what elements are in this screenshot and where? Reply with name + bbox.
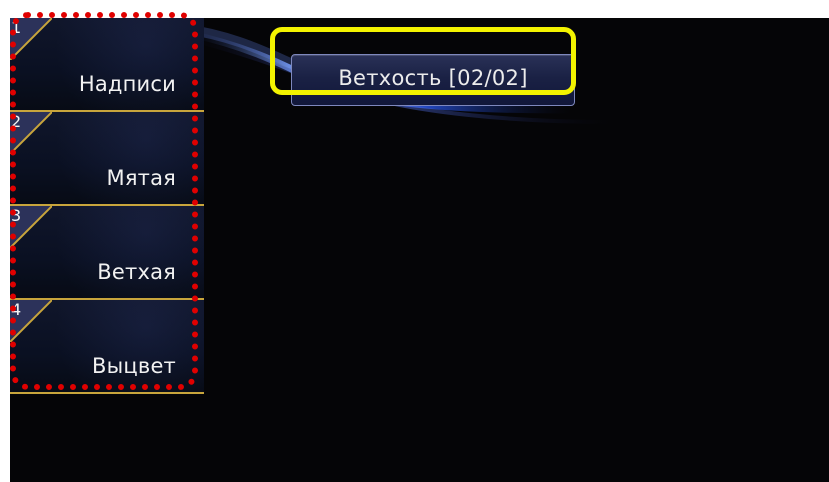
menu-item-number: 2 [11, 112, 22, 131]
menu-item-label: Надписи [78, 72, 176, 96]
menu-item-crumpled[interactable]: 2 Мятая [10, 112, 204, 206]
wear-mode-label: Ветхость [02/02] [338, 66, 528, 90]
wear-mode-button[interactable]: Ветхость [02/02] [291, 54, 575, 106]
menu-item-number: 3 [11, 206, 22, 225]
menu-item-worn[interactable]: 3 Ветхая [10, 206, 204, 300]
side-menu: 1 Надписи 2 Мятая 3 Ветхая 4 Выцвет [10, 18, 204, 394]
screen: 1 Надписи 2 Мятая 3 Ветхая 4 Выцвет Ветх… [10, 18, 829, 482]
menu-item-label: Мятая [106, 166, 176, 190]
menu-item-number: 1 [11, 18, 22, 37]
menu-item-number: 4 [11, 300, 22, 319]
menu-item-faded[interactable]: 4 Выцвет [10, 300, 204, 394]
menu-item-label: Выцвет [91, 354, 176, 378]
menu-item-inscriptions[interactable]: 1 Надписи [10, 18, 204, 112]
menu-item-label: Ветхая [97, 260, 176, 284]
